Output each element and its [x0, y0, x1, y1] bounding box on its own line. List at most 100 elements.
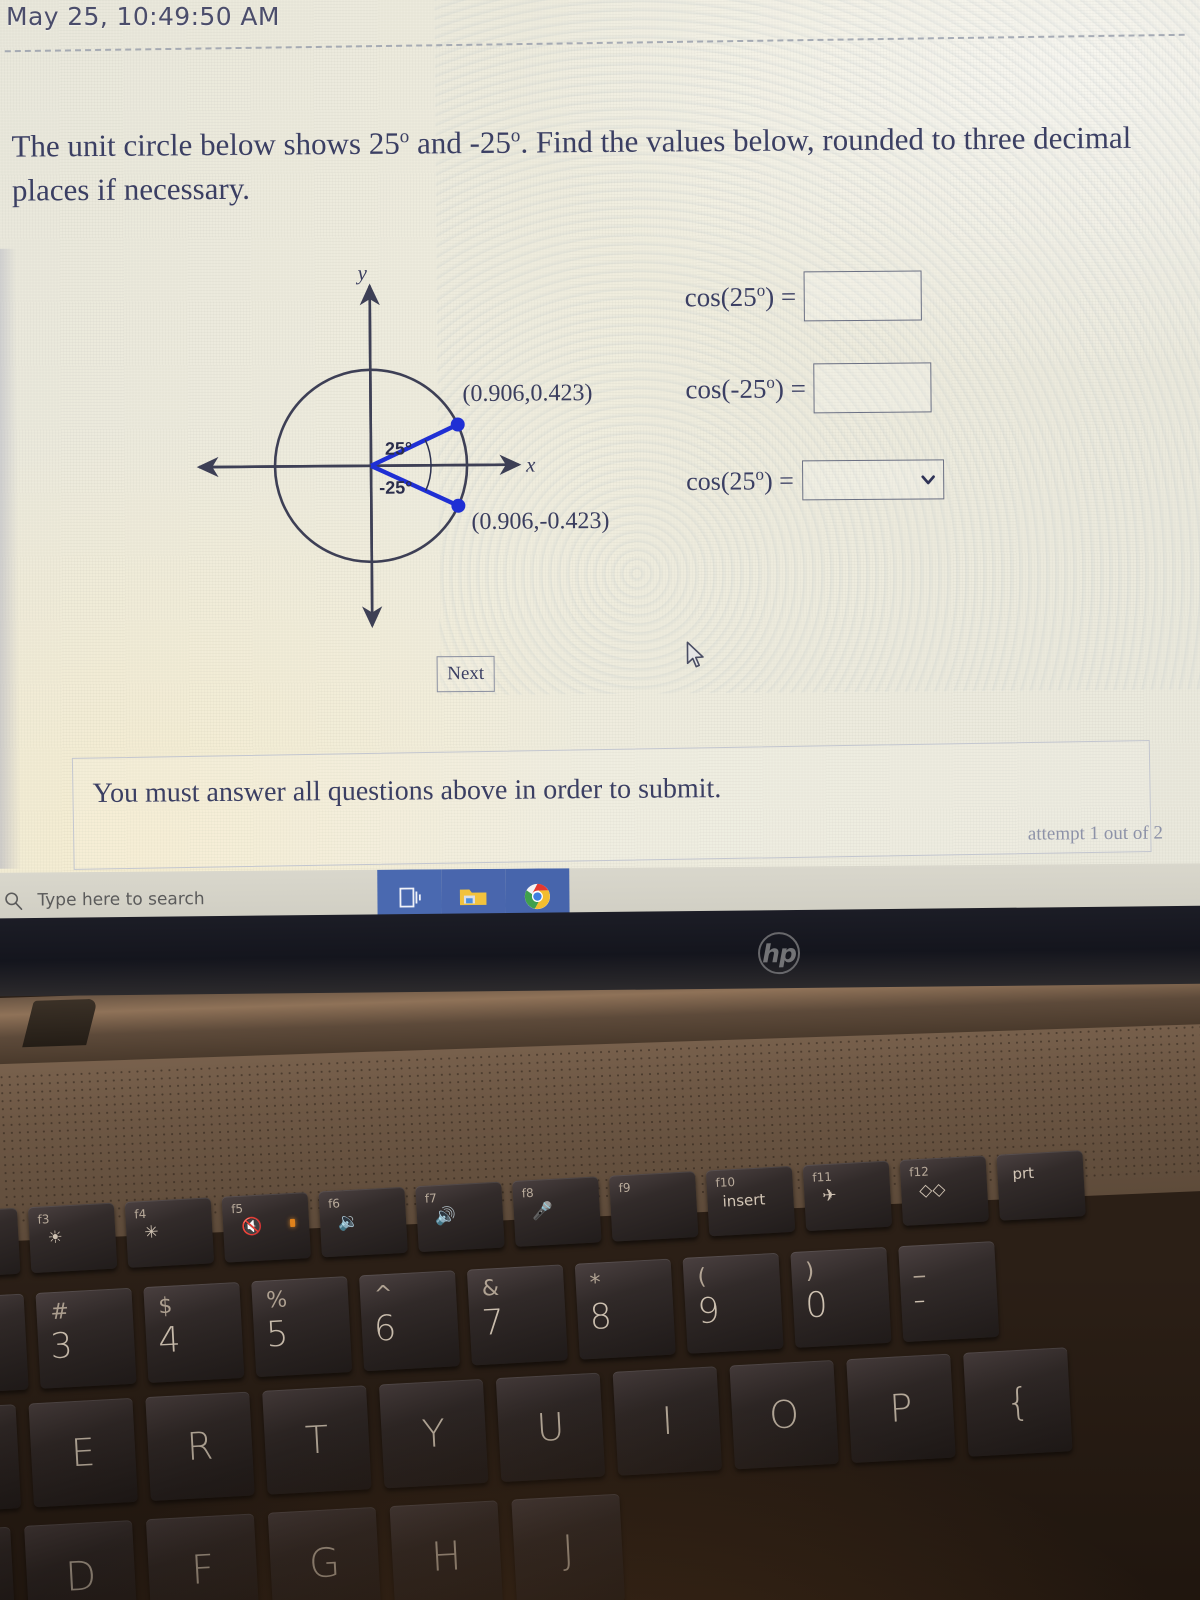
- key-P[interactable]: P: [846, 1353, 956, 1464]
- page-left-edge: [0, 248, 22, 869]
- key-fn-number: f6: [327, 1196, 341, 1212]
- key-fn-glyph-icon: ✈: [821, 1185, 838, 1207]
- key-U[interactable]: U: [495, 1372, 606, 1483]
- answer-label-cos25d-eq: ) =: [763, 466, 794, 496]
- key-shift-symbol: #: [49, 1299, 70, 1326]
- key-E[interactable]: E: [28, 1397, 138, 1508]
- key-{[interactable]: {: [963, 1347, 1073, 1457]
- key-f5[interactable]: f5 🔇: [221, 1192, 312, 1263]
- y-axis-label: y: [355, 261, 367, 285]
- point-label-negative: (0.906,-0.423): [471, 507, 610, 536]
- hinge-left-notch: [22, 998, 98, 1048]
- laptop-bezel: hp: [0, 905, 1200, 997]
- key-f4[interactable]: f4 ✳: [124, 1197, 215, 1268]
- key-f11[interactable]: f11 ✈: [802, 1160, 893, 1232]
- key-fn-glyph-icon: 🔇: [240, 1216, 263, 1238]
- key-8[interactable]: * 8: [574, 1258, 676, 1360]
- key-fn-number: f5: [230, 1201, 244, 1217]
- key-main-symbol: -: [912, 1279, 927, 1321]
- angle-label-positive: 25°: [385, 438, 412, 458]
- next-button[interactable]: Next: [436, 655, 495, 693]
- key-letter: H: [430, 1533, 463, 1581]
- key-letter: T: [304, 1417, 330, 1463]
- key-shift-symbol: (: [696, 1264, 707, 1291]
- key-W[interactable]: W: [0, 1404, 22, 1514]
- key-f2[interactable]: f2: [0, 1207, 21, 1279]
- key-fn-glyph-icon: 🔉: [337, 1211, 360, 1233]
- key-fn-number: f10: [715, 1174, 736, 1191]
- key-fn-number: f7: [424, 1191, 438, 1206]
- key-J[interactable]: J: [511, 1493, 626, 1600]
- question-text-a: The unit circle below shows 25: [11, 125, 400, 164]
- answer-dropdown-value: [809, 480, 919, 481]
- key-T[interactable]: T: [262, 1385, 372, 1495]
- answer-label-cos-neg25: cos(-25o) =: [685, 372, 806, 405]
- x-axis: [199, 454, 522, 475]
- key-letter: P: [888, 1385, 914, 1431]
- key-Y[interactable]: Y: [378, 1378, 489, 1489]
- key-0[interactable]: ) 0: [790, 1246, 892, 1348]
- key-3[interactable]: #3: [35, 1287, 137, 1389]
- key-shift-symbol: %: [265, 1287, 288, 1314]
- key-main-symbol: 0: [804, 1285, 829, 1327]
- key-main-symbol: 5: [265, 1314, 290, 1356]
- answer-row-cos25-dropdown: cos(25o) =: [686, 450, 1166, 510]
- answer-input-cos-neg25[interactable]: [813, 362, 933, 414]
- key-fn-word: prt: [1011, 1163, 1035, 1183]
- key-I[interactable]: I: [612, 1366, 723, 1476]
- key-6[interactable]: ^ 6: [359, 1270, 461, 1372]
- key-shift-symbol: ^: [373, 1281, 394, 1308]
- answer-label-cos25-eq: ) =: [765, 281, 797, 312]
- answer-label-cosneg25-text: cos(-25: [685, 373, 767, 405]
- key-F[interactable]: F: [145, 1513, 260, 1600]
- unit-circle-figure: x y 25° -25° (0.906,0.423) (0.906,-0.423…: [179, 252, 610, 645]
- answer-label-cos25-text: cos(25: [684, 281, 757, 313]
- key-letter: G: [307, 1539, 342, 1588]
- key-fn-number: f4: [134, 1206, 147, 1222]
- answer-input-cos25[interactable]: [803, 270, 923, 322]
- angle-arc-negative: [424, 465, 432, 492]
- key-4[interactable]: $4: [143, 1281, 245, 1383]
- key-f3[interactable]: f3 ☀: [27, 1202, 118, 1274]
- key-f10[interactable]: f10 insert: [705, 1165, 796, 1237]
- answer-label-cos25-dropdown: cos(25o) =: [686, 465, 794, 498]
- degree-symbol-1: o: [399, 126, 410, 148]
- question-text-b: and -25: [409, 124, 512, 161]
- key-shift-symbol: $: [157, 1293, 174, 1320]
- key-letter: R: [185, 1423, 215, 1469]
- submit-notice-text: You must answer all questions above in o…: [92, 773, 722, 810]
- key-R[interactable]: R: [145, 1391, 255, 1502]
- key-O[interactable]: O: [729, 1359, 839, 1470]
- key-f6[interactable]: f6 🔉: [318, 1186, 408, 1258]
- key-f7[interactable]: f7 🔊: [415, 1181, 505, 1253]
- key-fn-number: f11: [812, 1169, 833, 1185]
- degree-symbol-2: o: [510, 125, 521, 147]
- key-D[interactable]: D: [24, 1520, 138, 1600]
- mute-led-indicator: [289, 1218, 296, 1228]
- mouse-cursor-icon: [686, 641, 704, 668]
- key-fn-number: f9: [618, 1180, 631, 1196]
- key-fn-glyph-icon: 🎤: [531, 1200, 554, 1222]
- angle-arc-positive: [424, 439, 432, 466]
- key-9[interactable]: (9: [682, 1252, 784, 1354]
- answer-dropdown-cos25[interactable]: [801, 459, 944, 501]
- y-axis-negative: [362, 285, 383, 629]
- key-S[interactable]: S: [0, 1526, 16, 1600]
- key-5[interactable]: % 5: [251, 1276, 353, 1378]
- key-main-symbol: 8: [588, 1296, 613, 1339]
- key-f8[interactable]: f8 🎤: [512, 1176, 602, 1247]
- answer-label-cos25d-text: cos(25: [686, 466, 756, 497]
- key-prt[interactable]: prt: [996, 1150, 1086, 1221]
- key-fn-number: f12: [908, 1164, 930, 1180]
- key-f9[interactable]: f9: [608, 1171, 699, 1242]
- key-2[interactable]: @2: [0, 1293, 29, 1395]
- key-fn-glyph-icon: ◇◇: [918, 1179, 946, 1202]
- key-fn-number: f3: [37, 1212, 50, 1227]
- key-f12[interactable]: f12 ◇◇: [899, 1155, 990, 1226]
- key--[interactable]: _ -: [898, 1241, 1000, 1343]
- key-7[interactable]: & 7: [466, 1264, 568, 1366]
- key-H[interactable]: H: [389, 1500, 504, 1600]
- answer-row-cos25: cos(25o) =: [685, 266, 1165, 326]
- file-explorer-glyph: [459, 889, 487, 906]
- key-G[interactable]: G: [267, 1506, 382, 1600]
